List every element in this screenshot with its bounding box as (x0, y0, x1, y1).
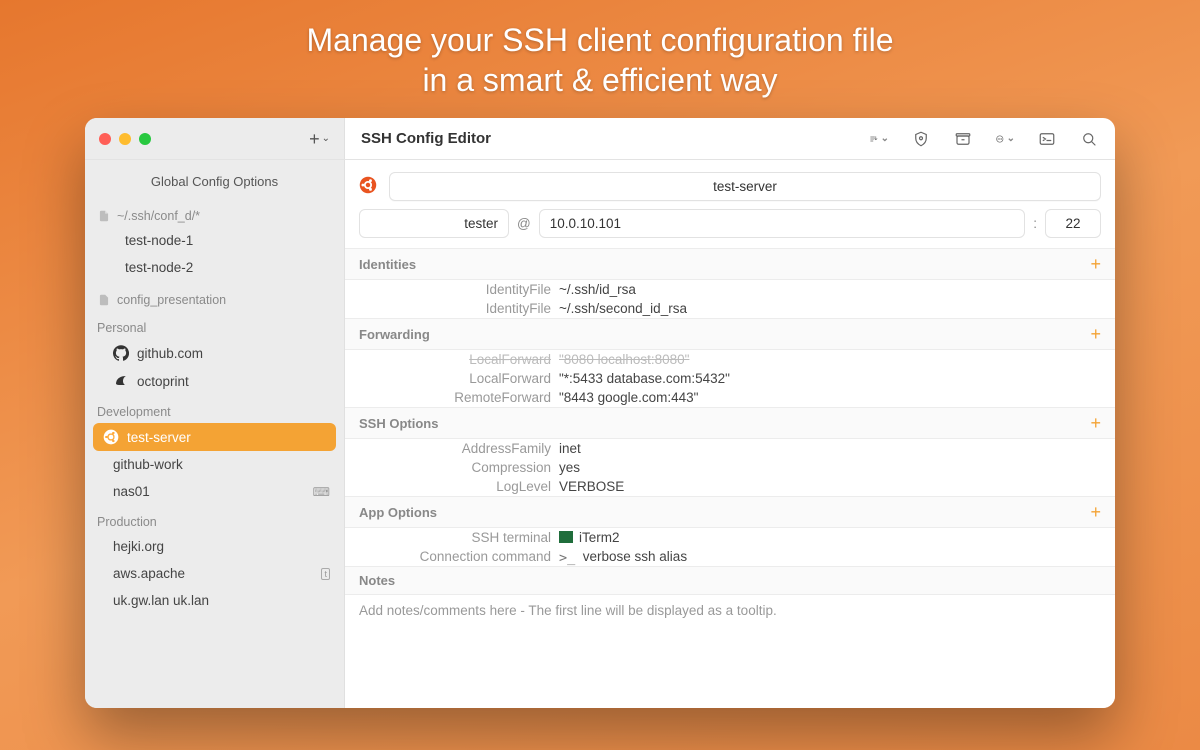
section-sshoptions-header: SSH Options + (345, 407, 1115, 439)
traffic-lights (99, 133, 151, 145)
iterm-icon (559, 531, 573, 543)
identity-row[interactable]: IdentityFile~/.ssh/id_rsa (345, 280, 1115, 299)
sidebar-item-hejki[interactable]: hejki.org (85, 533, 344, 560)
octoprint-icon (113, 373, 129, 389)
sidebar-item-github[interactable]: github.com (85, 339, 344, 367)
sidebar-item-octoprint[interactable]: octoprint (85, 367, 344, 395)
port-input[interactable]: 22 (1045, 209, 1101, 238)
sshoption-row[interactable]: AddressFamilyinet (345, 439, 1115, 458)
sidebar-item-nas01[interactable]: nas01 ⌨ (85, 478, 344, 505)
colon-separator: : (1033, 216, 1037, 231)
titlebar: +⌄ SSH Config Editor ⌄ ⌄ (85, 118, 1115, 160)
forwarding-row[interactable]: LocalForward"*:5433 database.com:5432" (345, 369, 1115, 388)
section-notes-header: Notes (345, 566, 1115, 595)
sidebar-presentation-header[interactable]: config_presentation (85, 289, 344, 311)
forwarding-row-disabled[interactable]: LocalForward"8080 localhost:8080" (345, 350, 1115, 369)
forwarding-row[interactable]: RemoteForward"8443 google.com:443" (345, 388, 1115, 407)
github-icon (113, 345, 129, 361)
sidebar-item-github-work[interactable]: github-work (85, 451, 344, 478)
appoption-row[interactable]: Connection command>_ verbose ssh alias (345, 547, 1115, 566)
hostname-input[interactable]: test-server (389, 172, 1101, 201)
identity-row[interactable]: IdentityFile~/.ssh/second_id_rsa (345, 299, 1115, 318)
appoption-row[interactable]: SSH terminaliTerm2 (345, 528, 1115, 547)
close-window-button[interactable] (99, 133, 111, 145)
window-title: SSH Config Editor (361, 130, 491, 147)
prompt-icon: >_ (559, 550, 573, 562)
sshoption-row[interactable]: LogLevelVERBOSE (345, 477, 1115, 496)
sidebar-item-uk-gw[interactable]: uk.gw.lan uk.lan (85, 587, 344, 614)
add-host-button[interactable]: +⌄ (309, 130, 330, 148)
at-separator: @ (517, 216, 531, 231)
terminal-icon[interactable] (1037, 129, 1057, 149)
sidebar-group-development: Development (85, 401, 344, 423)
sidebar-item-test-node-1[interactable]: test-node-1 (85, 227, 344, 254)
notes-textarea[interactable]: Add notes/comments here - The first line… (345, 595, 1115, 626)
sidebar-item-aws-apache[interactable]: aws.apache t (85, 560, 344, 587)
archive-icon[interactable] (953, 129, 973, 149)
tag-icon: t (321, 568, 330, 580)
minimize-window-button[interactable] (119, 133, 131, 145)
hero-tagline: Manage your SSH client configuration fil… (307, 20, 894, 100)
add-forwarding-button[interactable]: + (1090, 325, 1101, 343)
more-menu-button[interactable]: ⌄ (995, 129, 1015, 149)
sidebar-item-test-node-2[interactable]: test-node-2 (85, 254, 344, 281)
section-forwarding-header: Forwarding + (345, 318, 1115, 350)
section-appoptions-header: App Options + (345, 496, 1115, 528)
ubuntu-icon (103, 429, 119, 445)
sidebar: Global Config Options ~/.ssh/conf_d/* te… (85, 160, 345, 708)
global-config-button[interactable]: Global Config Options (85, 166, 344, 205)
sort-menu-button[interactable]: ⌄ (869, 129, 889, 149)
zoom-window-button[interactable] (139, 133, 151, 145)
sshoption-row[interactable]: Compressionyes (345, 458, 1115, 477)
add-sshoption-button[interactable]: + (1090, 414, 1101, 432)
sidebar-include-header[interactable]: ~/.ssh/conf_d/* (85, 205, 344, 227)
add-appoption-button[interactable]: + (1090, 503, 1101, 521)
main-panel: test-server tester @ 10.0.10.101 : 22 Id… (345, 160, 1115, 708)
section-identities-header: Identities + (345, 248, 1115, 280)
sidebar-group-production: Production (85, 511, 344, 533)
app-window: +⌄ SSH Config Editor ⌄ ⌄ (85, 118, 1115, 708)
search-icon[interactable] (1079, 129, 1099, 149)
keyboard-icon: ⌨ (313, 485, 330, 499)
host-os-icon (359, 176, 377, 197)
add-identity-button[interactable]: + (1090, 255, 1101, 273)
sidebar-item-test-server[interactable]: test-server (93, 423, 336, 451)
username-input[interactable]: tester (359, 209, 509, 238)
shield-icon[interactable] (911, 129, 931, 149)
sidebar-group-personal: Personal (85, 317, 344, 339)
host-address-input[interactable]: 10.0.10.101 (539, 209, 1026, 238)
